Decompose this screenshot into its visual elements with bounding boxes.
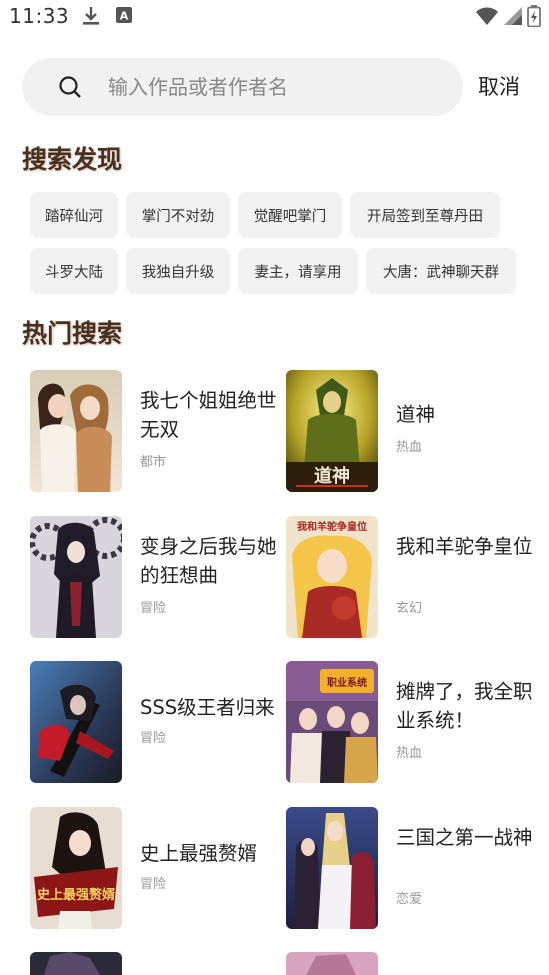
signal-icon: [503, 6, 523, 30]
hot-section-title: 热门搜索: [22, 319, 123, 348]
comic-card[interactable]: 我七个姐姐绝世无双 都市: [30, 370, 280, 494]
comic-genre: 冒险: [140, 601, 167, 616]
comic-card-partial[interactable]: [30, 952, 280, 975]
a-badge-icon: A: [116, 7, 132, 27]
cover-title-text: 职业系统: [327, 676, 367, 689]
status-bar: 11:33 A: [0, 0, 549, 32]
comic-title: 我七个姐姐绝世无双: [140, 389, 277, 441]
discover-tag[interactable]: 踏碎仙河: [30, 192, 118, 238]
comic-title: 我和羊驼争皇位: [396, 535, 533, 558]
discover-tag[interactable]: 掌门不对劲: [126, 192, 230, 238]
comic-genre: 冒险: [140, 877, 167, 892]
comic-title: 摊牌了，我全职业系统！: [396, 680, 533, 732]
discover-tag[interactable]: 斗罗大陆: [30, 248, 118, 294]
comic-genre: 冒险: [140, 731, 167, 746]
search-icon[interactable]: [58, 75, 82, 103]
comic-cover: [30, 952, 122, 975]
comic-cover: 职业系统: [286, 661, 378, 783]
comic-genre: 热血: [396, 440, 423, 455]
comic-card[interactable]: SSS级王者归来 冒险: [30, 661, 280, 785]
comic-genre: 恋爱: [396, 892, 423, 907]
discover-tag[interactable]: 妻主，请享用: [238, 248, 358, 294]
cover-title-text: 我和羊驼争皇位: [297, 520, 367, 533]
comic-cover: [30, 516, 122, 638]
comic-genre: 都市: [140, 455, 167, 470]
comic-genre: 玄幻: [396, 601, 423, 616]
comic-cover: [286, 807, 378, 929]
comic-title: 史上最强赘婿: [140, 842, 258, 865]
comic-card[interactable]: 变身之后我与她的狂想曲 冒险: [30, 516, 280, 640]
cover-title-text: 道神: [314, 465, 350, 487]
comic-card[interactable]: 我和羊驼争皇位 我和羊驼争皇位 玄幻: [286, 516, 536, 640]
cover-title-text: 史上最强赘婿: [37, 887, 116, 903]
comic-cover: [30, 370, 122, 492]
status-time: 11:33: [9, 4, 70, 28]
comic-card[interactable]: 史上最强赘婿 史上最强赘婿 冒险: [30, 807, 280, 931]
comic-title: SSS级王者归来: [140, 696, 275, 719]
comic-title: 道神: [396, 403, 436, 426]
discover-tag[interactable]: 大唐：武神聊天群: [366, 248, 516, 294]
comic-cover: 道神: [286, 370, 378, 492]
a-badge-text: A: [120, 10, 129, 23]
battery-icon: [527, 5, 541, 31]
wifi-icon: [475, 6, 499, 30]
comic-cover: 史上最强赘婿: [30, 807, 122, 929]
search-row: 取消: [22, 58, 532, 116]
status-icons: [475, 5, 541, 31]
comic-card-partial[interactable]: [286, 952, 536, 975]
comic-genre: 热血: [396, 746, 423, 761]
comic-cover: 我和羊驼争皇位: [286, 516, 378, 638]
cancel-button[interactable]: 取消: [478, 71, 520, 101]
discover-tag[interactable]: 开局签到至尊丹田: [350, 192, 500, 238]
search-box[interactable]: [22, 58, 463, 116]
comic-title: 三国之第一战神: [396, 826, 533, 849]
comic-title: 变身之后我与她的狂想曲: [140, 535, 277, 587]
search-input[interactable]: [108, 58, 448, 116]
discover-tag[interactable]: 觉醒吧掌门: [238, 192, 342, 238]
download-icon: [82, 6, 100, 30]
discover-tag[interactable]: 我独自升级: [126, 248, 230, 294]
comic-card[interactable]: 职业系统 摊牌了，我全职业系统！ 热血: [286, 661, 536, 785]
comic-card[interactable]: 三国之第一战神 恋爱: [286, 807, 536, 931]
discover-section-title: 搜索发现: [22, 145, 123, 174]
comic-cover: [286, 952, 378, 975]
comic-card[interactable]: 道神 道神 热血: [286, 370, 536, 494]
comic-cover: [30, 661, 122, 783]
